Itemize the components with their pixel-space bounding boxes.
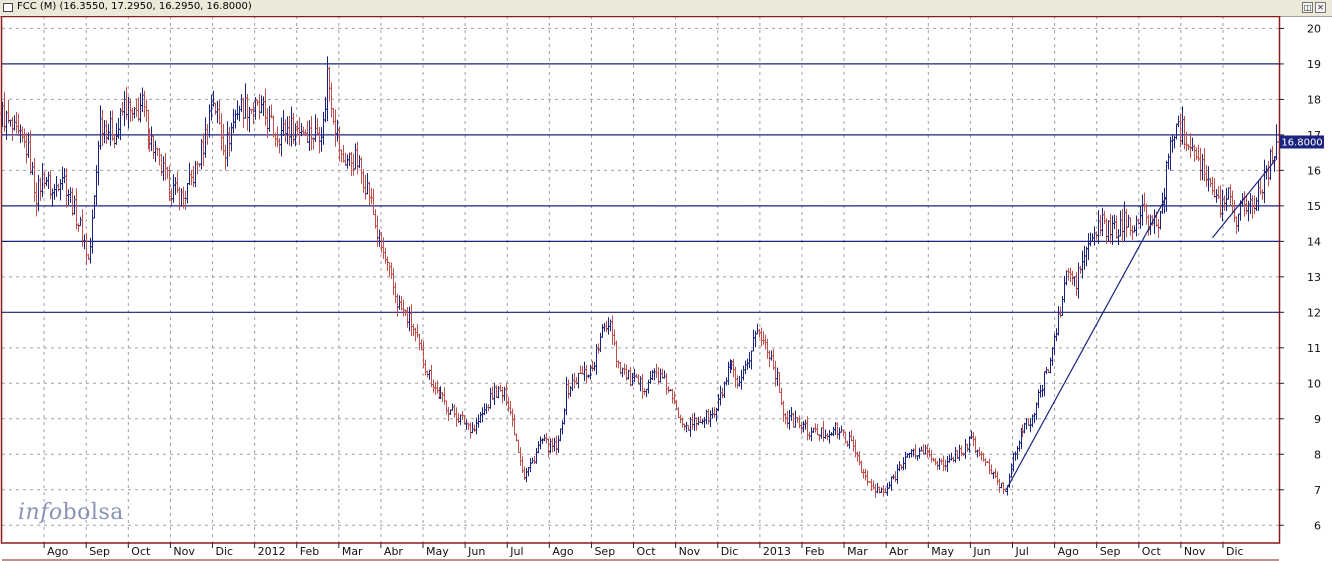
y-tick-label: 10 <box>1307 377 1321 390</box>
x-tick-label: 2012 <box>258 545 286 558</box>
x-tick-label: Oct <box>1142 545 1162 558</box>
chart-window-icon <box>3 3 13 12</box>
x-tick-label: May <box>931 545 954 558</box>
y-tick-label: 8 <box>1314 448 1321 461</box>
y-tick-label: 19 <box>1307 58 1321 71</box>
x-tick-label: Dic <box>216 545 234 558</box>
x-axis: Ago Sep Oct Nov Dic 2012 Feb Mar Abr May Jun Jul Ago… <box>43 543 1244 558</box>
x-tick-label: Jul <box>1014 545 1028 558</box>
x-tick-label: May <box>426 545 449 558</box>
plot-background <box>2 16 1279 543</box>
x-tick-label: Nov <box>1184 545 1206 558</box>
y-tick-label: 6 <box>1314 519 1321 532</box>
x-tick-label: Mar <box>342 545 363 558</box>
x-tick-label: Oct <box>131 545 151 558</box>
x-tick-label: Nov <box>679 545 701 558</box>
x-tick-label: Jun <box>972 545 990 558</box>
x-tick-label: 2013 <box>763 545 791 558</box>
y-tick-label: 12 <box>1307 306 1321 319</box>
y-tick-label: 20 <box>1307 22 1321 35</box>
y-tick-label: 14 <box>1307 235 1321 248</box>
close-button[interactable]: ✕ <box>1315 2 1326 13</box>
x-tick-label: Sep <box>594 545 615 558</box>
x-tick-label: Jun <box>467 545 485 558</box>
x-tick-label: Dic <box>721 545 739 558</box>
window-title: FCC (M) (16.3550, 17.2950, 16.2950, 16.8… <box>17 1 252 12</box>
window-titlebar[interactable]: FCC (M) (16.3550, 17.2950, 16.2950, 16.8… <box>0 0 1332 17</box>
y-tick-label: 16 <box>1307 164 1321 177</box>
x-tick-label: Sep <box>89 545 110 558</box>
y-tick-label: 7 <box>1314 484 1321 497</box>
x-tick-label: Ago <box>1058 545 1080 558</box>
y-tick-label: 18 <box>1307 93 1321 106</box>
x-tick-label: Jul <box>509 545 523 558</box>
y-axis: 67891011121314151617181920 <box>1279 22 1321 532</box>
last-value-label: 16.8000 <box>1280 135 1324 148</box>
last-value-text: 16.8000 <box>1281 137 1322 148</box>
x-tick-label: Dic <box>1226 545 1244 558</box>
x-tick-label: Oct <box>637 545 657 558</box>
x-tick-label: Feb <box>300 545 319 558</box>
x-tick-label: Abr <box>889 545 909 558</box>
x-tick-label: Feb <box>805 545 824 558</box>
x-tick-label: Abr <box>384 545 404 558</box>
y-tick-label: 15 <box>1307 200 1321 213</box>
y-tick-label: 11 <box>1307 342 1321 355</box>
chart-window: FCC (M) (16.3550, 17.2950, 16.2950, 16.8… <box>0 0 1332 561</box>
infobolsa-watermark: infobolsa <box>18 500 124 525</box>
x-tick-label: Ago <box>552 545 574 558</box>
watermark-bolsa: bolsa <box>62 500 124 525</box>
y-tick-label: 9 <box>1314 413 1321 426</box>
x-tick-label: Sep <box>1100 545 1121 558</box>
watermark-info: info <box>18 500 63 525</box>
x-tick-label: Mar <box>847 545 868 558</box>
restore-button[interactable]: ◫ <box>1302 2 1313 13</box>
x-tick-label: Ago <box>47 545 69 558</box>
price-chart[interactable]: 67891011121314151617181920 Ago Sep Oct Nov D… <box>0 16 1332 561</box>
x-tick-label: Nov <box>173 545 195 558</box>
y-tick-label: 13 <box>1307 271 1321 284</box>
